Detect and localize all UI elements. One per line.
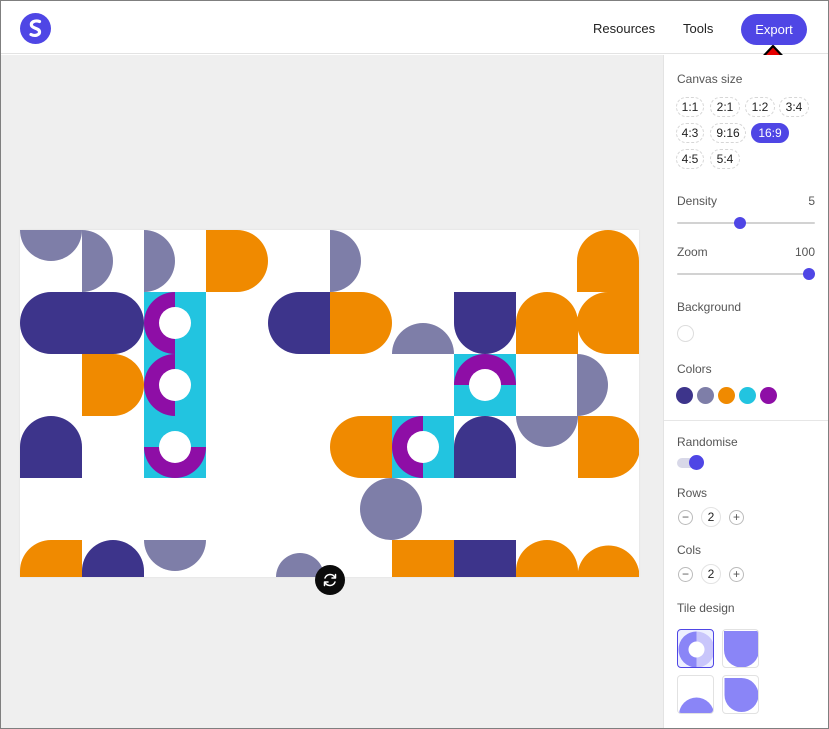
ratio-option-3-4[interactable]: 3:4 (779, 97, 809, 117)
density-value: 5 (808, 194, 815, 208)
tile-design-half-circle[interactable] (677, 675, 714, 714)
zoom-slider-thumb[interactable] (803, 268, 815, 280)
tile-shape (454, 416, 516, 478)
ratio-option-5-4[interactable]: 5:4 (710, 149, 740, 169)
tile-shape (516, 416, 578, 447)
randomise-toggle[interactable] (677, 458, 703, 468)
colors-label: Colors (677, 362, 712, 376)
tile-ring-icon (678, 630, 714, 668)
tile-shape (82, 540, 144, 577)
tile-shape (20, 416, 82, 478)
ratio-option-1-1[interactable]: 1:1 (676, 97, 704, 117)
tile-shape (159, 431, 191, 463)
color-swatch-navy[interactable] (676, 387, 693, 404)
density-slider[interactable] (677, 222, 815, 224)
rows-label: Rows (677, 486, 707, 500)
sidebar-divider (664, 420, 828, 421)
tile-shape (578, 546, 639, 577)
tile-shape (20, 292, 82, 354)
top-header: Resources Tools Export (1, 1, 828, 54)
nav-resources-link[interactable]: Resources (593, 21, 655, 36)
ratio-option-2-1[interactable]: 2:1 (710, 97, 740, 117)
color-swatch-slate[interactable] (697, 387, 714, 404)
tile-shape (82, 230, 113, 292)
export-button[interactable]: Export (741, 14, 807, 45)
canvas-size-label: Canvas size (677, 72, 742, 86)
tile-shape (392, 540, 454, 577)
tile-shape (577, 354, 608, 416)
tile-shape (330, 416, 392, 478)
zoom-slider[interactable] (677, 273, 815, 275)
background-label: Background (677, 300, 741, 314)
settings-sidebar: Canvas size 1:1 2:1 1:2 3:4 4:3 9:16 16:… (663, 55, 828, 728)
tile-shape (330, 292, 392, 354)
tile-shape (330, 230, 361, 292)
density-label: Density (677, 194, 717, 208)
ratio-option-1-2[interactable]: 1:2 (745, 97, 775, 117)
pattern-tiles (20, 230, 639, 577)
tile-shape (578, 416, 639, 478)
nav-tools-link[interactable]: Tools (683, 21, 713, 36)
cols-increment-button[interactable]: + (729, 567, 744, 582)
tile-shape (360, 478, 422, 540)
tile-shape (516, 292, 578, 354)
pattern-artboard (20, 230, 639, 577)
tile-design-label: Tile design (677, 601, 735, 615)
ratio-option-16-9[interactable]: 16:9 (751, 123, 789, 143)
color-swatch-cyan[interactable] (739, 387, 756, 404)
tile-half-circle-icon (678, 676, 714, 714)
cols-value: 2 (701, 564, 721, 584)
tile-shape (82, 292, 144, 354)
tile-shape (20, 540, 82, 577)
tile-shape (454, 540, 516, 577)
color-swatch-orange[interactable] (718, 387, 735, 404)
tile-shape (577, 292, 639, 354)
color-swatch-purple[interactable] (760, 387, 777, 404)
tile-arch-icon (723, 630, 759, 668)
tile-shape (206, 230, 268, 292)
ratio-option-4-5[interactable]: 4:5 (676, 149, 704, 169)
tile-shape (268, 292, 330, 354)
tile-shape (82, 354, 144, 416)
background-color-swatch[interactable] (677, 325, 694, 342)
regenerate-button[interactable] (315, 565, 345, 595)
ratio-option-9-16[interactable]: 9:16 (710, 123, 746, 143)
tile-leaf-icon (723, 676, 759, 714)
rows-increment-button[interactable]: + (729, 510, 744, 525)
pattern-svg (20, 230, 639, 577)
cols-label: Cols (677, 543, 701, 557)
zoom-value: 100 (795, 245, 815, 259)
tile-design-arch[interactable] (722, 629, 759, 668)
rows-value: 2 (701, 507, 721, 527)
zoom-label: Zoom (677, 245, 708, 259)
refresh-icon (315, 565, 345, 595)
tile-shape (407, 431, 439, 463)
rows-decrement-button[interactable]: − (678, 510, 693, 525)
app-logo-icon[interactable] (20, 13, 51, 44)
cols-decrement-button[interactable]: − (678, 567, 693, 582)
tile-shape (577, 230, 639, 292)
tile-shape (469, 369, 501, 401)
randomise-label: Randomise (677, 435, 738, 449)
tile-shape (159, 307, 191, 339)
tile-shape (392, 323, 454, 354)
tile-shape (20, 230, 82, 261)
tile-design-leaf[interactable] (722, 675, 759, 714)
ratio-option-4-3[interactable]: 4:3 (676, 123, 704, 143)
toggle-knob (689, 455, 704, 470)
density-slider-thumb[interactable] (734, 217, 746, 229)
tile-shape (454, 292, 516, 354)
tile-shape (516, 540, 578, 577)
tile-shape (144, 540, 206, 571)
tile-design-ring[interactable] (677, 629, 714, 668)
tile-shape (159, 369, 191, 401)
